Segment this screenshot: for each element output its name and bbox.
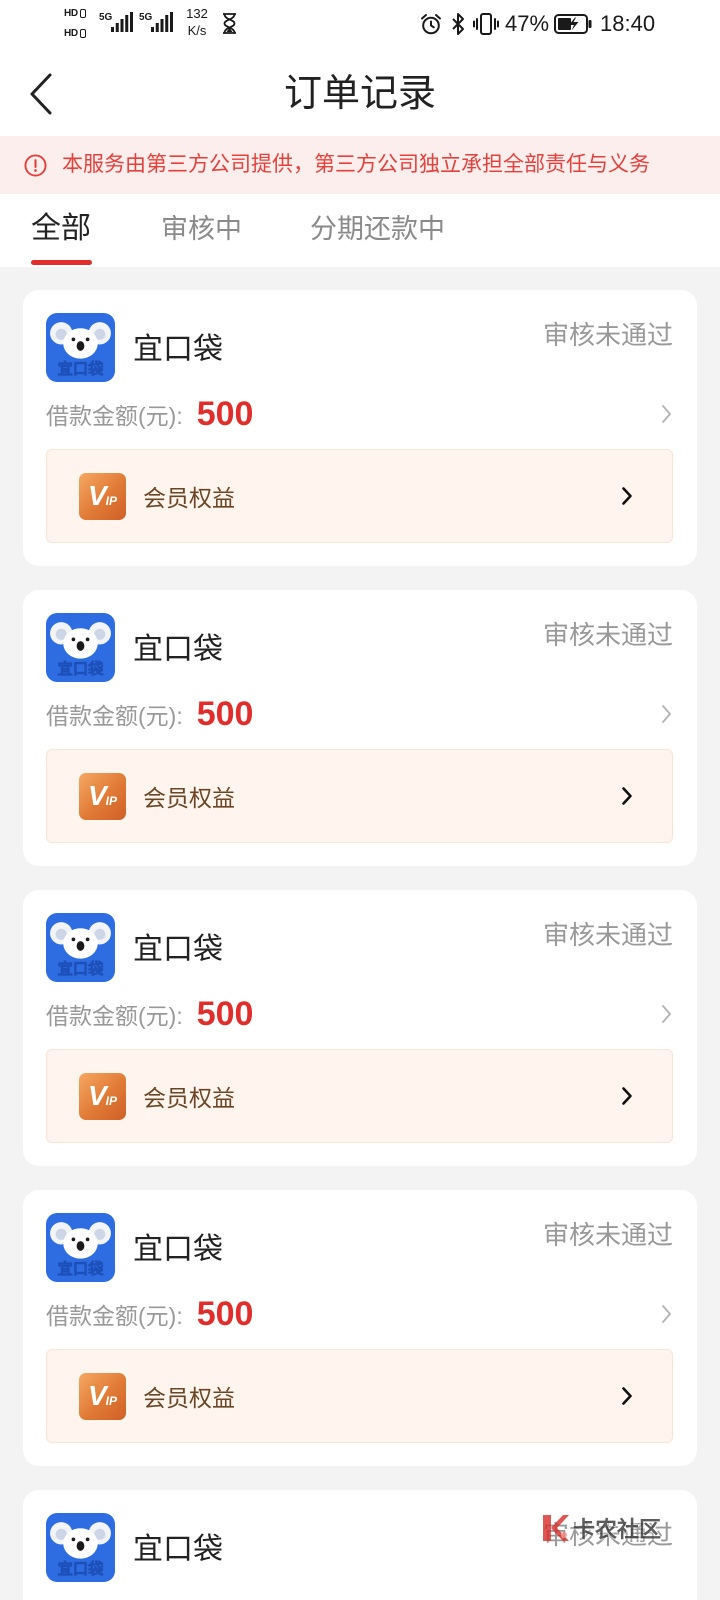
clock-time: 18:40 bbox=[600, 11, 656, 36]
page-title: 订单记录 bbox=[283, 73, 436, 115]
vibrate-icon bbox=[472, 12, 500, 36]
hd-icon bbox=[79, 9, 86, 18]
koala-logo-icon: 宜口袋 bbox=[46, 613, 115, 682]
order-status: 审核未通过 bbox=[542, 620, 673, 650]
logo-text: 宜口袋 bbox=[58, 360, 104, 378]
vip-icon: V IP bbox=[79, 472, 126, 520]
tab-all[interactable]: 全部 bbox=[31, 211, 91, 247]
koala-logo-icon: 宜口袋 bbox=[46, 913, 115, 982]
member-benefits-button[interactable]: V IP 会员权益 bbox=[46, 449, 673, 543]
active-tab-indicator bbox=[31, 260, 92, 265]
chevron-right-icon[interactable] bbox=[661, 1004, 672, 1024]
member-benefits-label: 会员权益 bbox=[143, 485, 235, 511]
hd-indicator-1: HD bbox=[64, 7, 86, 20]
product-name: 宜口袋 bbox=[133, 1233, 223, 1266]
loan-amount-row: 借款金额(元): 500 bbox=[46, 993, 253, 1035]
chevron-right-icon[interactable] bbox=[661, 1304, 672, 1324]
loan-amount-label: 借款金额(元): bbox=[46, 403, 183, 429]
loan-amount-value: 500 bbox=[196, 694, 254, 733]
product-name: 宜口袋 bbox=[133, 633, 223, 666]
chevron-right-icon[interactable] bbox=[661, 404, 672, 424]
order-card[interactable]: 宜口袋 宜口袋 审核未通过 借款金额(元): 500 V IP 会员权益 bbox=[23, 590, 697, 866]
vip-badge-ip: IP bbox=[105, 494, 118, 508]
loan-amount-label: 借款金额(元): bbox=[46, 703, 183, 729]
loan-amount-row: 借款金额(元): 500 bbox=[46, 393, 253, 435]
alarm-icon bbox=[420, 13, 442, 35]
member-benefits-label: 会员权益 bbox=[143, 1385, 235, 1411]
hourglass-icon bbox=[222, 13, 237, 34]
header: 订单记录 bbox=[0, 48, 720, 136]
member-benefits-label: 会员权益 bbox=[143, 785, 235, 811]
loan-amount-value: 500 bbox=[196, 1294, 254, 1333]
koala-logo-icon: 宜口袋 bbox=[46, 1513, 115, 1582]
loan-amount-label: 借款金额(元): bbox=[46, 1303, 183, 1329]
product-name: 宜口袋 bbox=[133, 933, 223, 966]
network-speed-unit: K/s bbox=[187, 23, 207, 38]
kanong-logo-icon bbox=[540, 1511, 570, 1545]
chevron-right-icon bbox=[621, 1086, 633, 1106]
member-benefits-button[interactable]: V IP 会员权益 bbox=[46, 1049, 673, 1143]
chevron-right-icon bbox=[621, 1386, 633, 1406]
order-records-screen: HD HD 5G 5G 132 K/s 47% 18:40 订单记录 本服务由第… bbox=[0, 0, 720, 1600]
logo-text: 宜口袋 bbox=[58, 1560, 104, 1578]
disclaimer-banner: 本服务由第三方公司提供，第三方公司独立承担全部责任与义务 bbox=[0, 136, 720, 194]
vip-badge-v: V bbox=[87, 780, 107, 811]
order-status: 审核未通过 bbox=[542, 320, 673, 350]
chevron-right-icon bbox=[621, 486, 633, 506]
tab-repaying[interactable]: 分期还款中 bbox=[310, 211, 445, 247]
hd-label: HD bbox=[64, 7, 78, 19]
alert-circle-icon bbox=[24, 154, 47, 177]
member-benefits-button[interactable]: V IP 会员权益 bbox=[46, 1349, 673, 1443]
logo-text: 宜口袋 bbox=[58, 1260, 104, 1278]
status-bar: HD HD 5G 5G 132 K/s 47% 18:40 bbox=[0, 0, 720, 48]
chevron-right-icon bbox=[621, 786, 633, 806]
product-name: 宜口袋 bbox=[133, 333, 223, 366]
loan-amount-value: 500 bbox=[196, 394, 254, 433]
loan-amount-row: 借款金额(元): 500 bbox=[46, 1293, 253, 1335]
vip-icon: V IP bbox=[79, 1072, 126, 1120]
signal-icon bbox=[111, 12, 133, 32]
member-benefits-button[interactable]: V IP 会员权益 bbox=[46, 749, 673, 843]
koala-logo-icon: 宜口袋 bbox=[46, 313, 115, 382]
loan-amount-value: 500 bbox=[196, 994, 254, 1033]
vip-badge-ip: IP bbox=[105, 1394, 118, 1408]
member-benefits-label: 会员权益 bbox=[143, 1085, 235, 1111]
koala-logo-icon: 宜口袋 bbox=[46, 1213, 115, 1282]
signal-icon bbox=[151, 12, 173, 32]
order-card[interactable]: 宜口袋 宜口袋 审核未通过 借款金额(元): 500 V IP 会员权益 bbox=[23, 290, 697, 566]
loan-amount-label: 借款金额(元): bbox=[46, 1003, 183, 1029]
bluetooth-icon bbox=[451, 12, 465, 36]
vip-badge-ip: IP bbox=[105, 794, 118, 808]
order-card[interactable]: 宜口袋 宜口袋 审核未通过 借款金额(元): 500 V IP 会员权益 bbox=[23, 1190, 697, 1466]
vip-badge-v: V bbox=[87, 1380, 107, 1411]
chevron-right-icon[interactable] bbox=[661, 704, 672, 724]
hd-indicator-2: HD bbox=[64, 27, 86, 40]
watermark: 卡农社区 bbox=[540, 1506, 664, 1550]
logo-text: 宜口袋 bbox=[58, 960, 104, 978]
order-list: 宜口袋 宜口袋 审核未通过 借款金额(元): 500 V IP 会员权益 宜口袋 … bbox=[0, 267, 720, 1600]
network-speed-value: 132 bbox=[186, 6, 208, 21]
vip-icon: V IP bbox=[79, 772, 126, 820]
battery-charging-icon bbox=[554, 14, 592, 34]
vip-icon: V IP bbox=[79, 1372, 126, 1420]
network-speed: 132 K/s bbox=[183, 5, 211, 39]
logo-text: 宜口袋 bbox=[58, 660, 104, 678]
tab-bar: 全部 审核中 分期还款中 bbox=[0, 194, 720, 267]
hd-label: HD bbox=[64, 27, 78, 39]
battery-percent: 47% bbox=[505, 11, 550, 36]
tab-under-review[interactable]: 审核中 bbox=[161, 211, 242, 247]
vip-badge-v: V bbox=[87, 480, 107, 511]
disclaimer-text: 本服务由第三方公司提供，第三方公司独立承担全部责任与义务 bbox=[62, 153, 650, 176]
vip-badge-v: V bbox=[87, 1080, 107, 1111]
loan-amount-row: 借款金额(元): 500 bbox=[46, 693, 253, 735]
product-name: 宜口袋 bbox=[133, 1533, 223, 1566]
order-status: 审核未通过 bbox=[542, 1220, 673, 1250]
hd-icon bbox=[79, 29, 86, 38]
watermark-text: 卡农社区 bbox=[573, 1517, 662, 1542]
order-card[interactable]: 宜口袋 宜口袋 审核未通过 借款金额(元): 500 V IP 会员权益 bbox=[23, 890, 697, 1166]
vip-badge-ip: IP bbox=[105, 1094, 118, 1108]
order-status: 审核未通过 bbox=[542, 920, 673, 950]
